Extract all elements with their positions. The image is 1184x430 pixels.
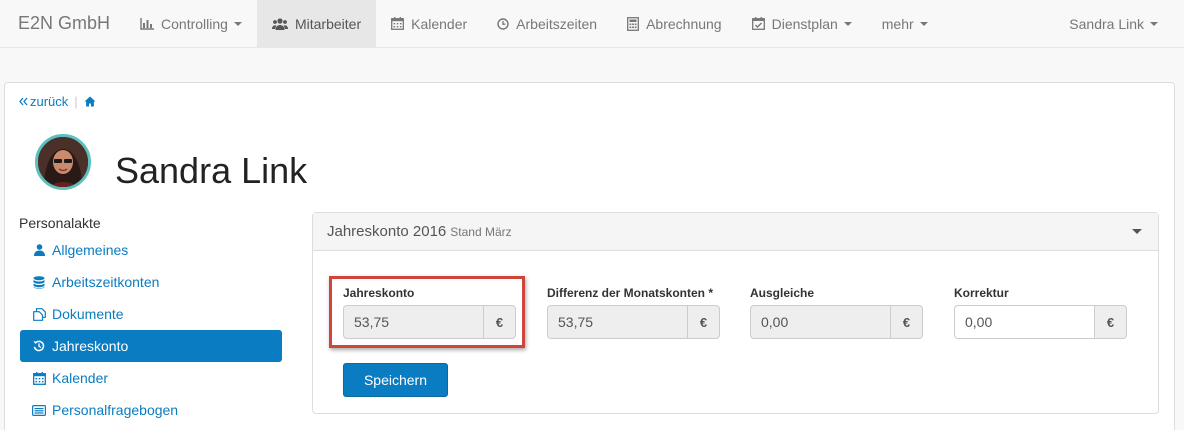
jahreskonto-panel: Jahreskonto 2016 Stand März Jahreskonto … [312, 212, 1159, 414]
euro-addon: € [687, 305, 720, 339]
nav-mehr-label: mehr [881, 15, 914, 32]
users-icon [271, 17, 288, 30]
back-link[interactable]: zurück [19, 94, 68, 109]
nav-kalender-label: Kalender [411, 15, 468, 32]
sidebar-item-label: Personalfragebogen [52, 402, 179, 418]
nav-kalender[interactable]: Kalender [376, 0, 482, 47]
euro-addon: € [1094, 305, 1127, 339]
back-link-label: zurück [30, 94, 69, 109]
chevron-down-icon [919, 21, 928, 26]
field-label: Korrektur [954, 286, 1009, 300]
field-ausgleiche: Ausgleiche 0,00 € [750, 286, 923, 339]
sidebar-item-label: Kalender [52, 370, 109, 386]
page-title: Sandra Link [115, 150, 308, 191]
nav-dienstplan[interactable]: Dienstplan [737, 0, 867, 47]
sidebar-item-personalfragebogen[interactable]: Personalfragebogen [20, 394, 282, 426]
sidebar-item-arbeitszeitkonten[interactable]: Arbeitszeitkonten [20, 266, 282, 298]
nav-mehr[interactable]: mehr [867, 0, 943, 47]
save-button[interactable]: Speichern [343, 363, 448, 397]
nav-dienstplan-label: Dienstplan [771, 15, 838, 32]
database-icon [32, 275, 46, 289]
double-chevron-left-icon [19, 97, 28, 106]
clock-icon [497, 17, 509, 30]
calculator-icon [627, 16, 640, 31]
sidebar-item-label: Arbeitszeitkonten [52, 274, 160, 290]
home-icon[interactable] [84, 96, 96, 107]
nav-mitarbeiter-label: Mitarbeiter [294, 15, 362, 32]
sidebar-heading: Personalakte [19, 215, 101, 231]
user-menu-label: Sandra Link [1069, 15, 1144, 32]
history-icon [32, 340, 46, 352]
nav-arbeitszeiten[interactable]: Arbeitszeiten [482, 0, 612, 47]
ausgleiche-input[interactable]: 0,00 [750, 305, 890, 339]
sidebar-item-kalender[interactable]: Kalender [20, 362, 282, 394]
panel-title: Jahreskonto 2016 [327, 223, 447, 240]
sidebar-nav: Allgemeines Arbeitszeitkonten Dokumente … [20, 234, 282, 426]
chevron-down-icon [843, 21, 852, 26]
euro-addon: € [890, 305, 923, 339]
brand-logo[interactable]: E2N GmbH [0, 0, 125, 47]
differenz-input[interactable]: 53,75 [547, 305, 687, 339]
caret-down-icon[interactable] [1132, 229, 1142, 234]
user-icon [32, 244, 46, 256]
jahreskonto-input[interactable]: 53,75 [343, 305, 483, 339]
nav-abrechnung-label: Abrechnung [646, 15, 722, 32]
field-label: Ausgleiche [750, 286, 815, 300]
sidebar-item-dokumente[interactable]: Dokumente [20, 298, 282, 330]
sidebar-item-label: Dokumente [52, 306, 124, 322]
field-label: Differenz der Monatskonten * [547, 286, 714, 300]
main-content: zurück | Sandra Link Personalakte Allgem… [4, 82, 1175, 430]
breadcrumb-separator: | [74, 94, 78, 109]
panel-heading[interactable]: Jahreskonto 2016 Stand März [313, 213, 1158, 251]
sidebar-item-label: Jahreskonto [52, 338, 129, 354]
breadcrumb: zurück | [19, 94, 96, 109]
nav-arbeitszeiten-label: Arbeitszeiten [516, 15, 598, 32]
sidebar-item-allgemeines[interactable]: Allgemeines [20, 234, 282, 266]
korrektur-input[interactable]: 0,00 [954, 305, 1094, 339]
bar-chart-icon [140, 17, 155, 30]
calendar-check-icon [751, 17, 765, 30]
list-icon [32, 404, 46, 416]
user-menu[interactable]: Sandra Link [1054, 0, 1184, 47]
top-navbar: E2N GmbH Controlling Mitarbeiter Kalende… [0, 0, 1184, 48]
chevron-down-icon [233, 21, 242, 26]
avatar [35, 134, 91, 190]
panel-subtitle: Stand März [450, 224, 512, 239]
euro-addon: € [483, 305, 516, 339]
field-label: Jahreskonto [343, 286, 415, 300]
sidebar-item-jahreskonto[interactable]: Jahreskonto [20, 330, 282, 362]
calendar-icon [32, 371, 46, 385]
documents-icon [32, 307, 46, 321]
nav-controlling-label: Controlling [161, 15, 228, 32]
nav-controlling[interactable]: Controlling [125, 0, 257, 47]
nav-abrechnung[interactable]: Abrechnung [612, 0, 737, 47]
calendar-icon [391, 17, 405, 30]
sidebar-item-label: Allgemeines [52, 242, 129, 258]
field-korrektur: Korrektur 0,00 € [954, 286, 1127, 339]
chevron-down-icon [1150, 21, 1158, 26]
nav-mitarbeiter[interactable]: Mitarbeiter [256, 0, 377, 47]
field-jahreskonto: Jahreskonto 53,75 € [343, 286, 516, 339]
field-differenz: Differenz der Monatskonten * 53,75 € [547, 286, 720, 339]
